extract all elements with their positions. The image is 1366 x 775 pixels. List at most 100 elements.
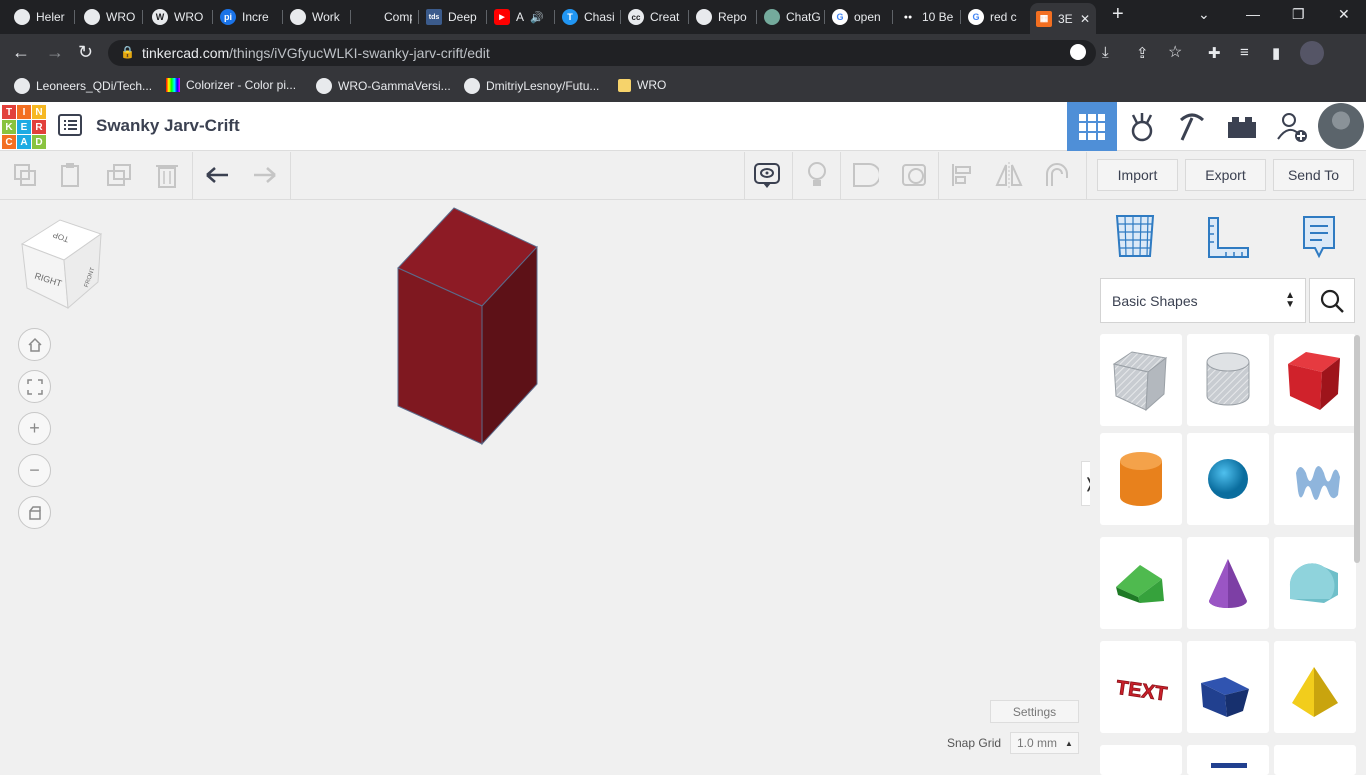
selected-box-object[interactable]: [397, 207, 538, 446]
bookmark-item[interactable]: WRO: [618, 78, 666, 92]
url-bar[interactable]: 🔒 tinkercad.com/things/iVGfyucWLKI-swank…: [108, 40, 1096, 66]
zoom-in-button[interactable]: +: [18, 412, 51, 445]
close-tab-icon[interactable]: ✕: [1080, 12, 1090, 26]
browser-tab[interactable]: Gred c: [962, 5, 1026, 29]
invite-user-button[interactable]: [1267, 102, 1317, 151]
show-all-hint-icon[interactable]: [802, 160, 832, 190]
notes-tool-icon[interactable]: [1301, 214, 1337, 265]
cruise-icon[interactable]: [1042, 160, 1072, 190]
shape-box-hole[interactable]: [1100, 334, 1182, 426]
back-icon[interactable]: ←: [12, 42, 30, 63]
shape-round-roof[interactable]: [1274, 537, 1356, 629]
export-button[interactable]: Export: [1185, 159, 1266, 191]
delete-icon[interactable]: [152, 160, 182, 190]
speaker-icon[interactable]: 🔊: [530, 11, 544, 24]
copy-icon[interactable]: [10, 160, 40, 190]
shape-cone[interactable]: [1187, 537, 1269, 629]
shape-more[interactable]: [1100, 745, 1182, 775]
bookmark-label: Leoneers_QDi/Tech...: [36, 79, 153, 93]
snap-grid-select[interactable]: 1.0 mm ▲: [1010, 732, 1079, 754]
browser-tab[interactable]: WRO: [78, 5, 140, 29]
browser-tab[interactable]: ▶ A 🔊: [488, 5, 552, 29]
align-icon[interactable]: [948, 160, 978, 190]
shape-more[interactable]: [1187, 745, 1269, 775]
profile-avatar[interactable]: [1300, 41, 1324, 65]
close-window-icon[interactable]: ✕: [1338, 6, 1350, 23]
extensions-icon[interactable]: ✚: [1208, 44, 1221, 62]
ortho-view-button[interactable]: [18, 496, 51, 529]
browser-tab[interactable]: Gopen: [826, 5, 890, 29]
tab-search-icon[interactable]: ⌄: [1198, 6, 1210, 23]
settings-button[interactable]: Settings: [990, 700, 1079, 723]
fit-view-button[interactable]: [18, 370, 51, 403]
google-lens-icon[interactable]: [1070, 44, 1086, 60]
restore-icon[interactable]: ❐: [1292, 6, 1305, 23]
bookmark-star-icon[interactable]: ☆: [1168, 42, 1182, 62]
zoom-out-button[interactable]: −: [18, 454, 51, 487]
caret-up-icon: ▲: [1065, 738, 1073, 748]
minimize-icon[interactable]: —: [1246, 6, 1260, 22]
browser-tab[interactable]: pi Incre: [214, 5, 280, 29]
import-button[interactable]: Import: [1097, 159, 1178, 191]
shape-sphere[interactable]: [1187, 433, 1269, 525]
shape-more[interactable]: [1274, 745, 1356, 775]
user-avatar[interactable]: [1318, 103, 1364, 149]
shape-half-sphere[interactable]: [1187, 641, 1269, 733]
paste-icon[interactable]: [56, 160, 86, 190]
shape-category-select[interactable]: Basic Shapes ▲ ▼: [1100, 278, 1306, 323]
browser-tab[interactable]: W WRO: [146, 5, 210, 29]
panel-scrollbar[interactable]: [1354, 335, 1360, 563]
forward-icon[interactable]: →: [46, 42, 64, 63]
shape-scribble[interactable]: [1274, 433, 1356, 525]
browser-tab[interactable]: Comp: [356, 5, 412, 29]
tab-label: WRO: [174, 10, 204, 24]
browser-tab-active[interactable]: ▦ 3E ✕: [1030, 3, 1096, 34]
browser-tab[interactable]: Heler: [8, 5, 70, 29]
view-cube[interactable]: TOP RIGHT FRONT: [20, 219, 103, 310]
side-panel-icon[interactable]: ▮: [1272, 44, 1280, 62]
browser-tab[interactable]: Work: [284, 5, 348, 29]
bricks-view-button[interactable]: [1217, 102, 1267, 151]
workplane-tool-icon[interactable]: [1114, 214, 1156, 263]
browser-tab[interactable]: tds Deep: [420, 5, 482, 29]
shape-cylinder[interactable]: [1100, 433, 1182, 525]
shape-roof[interactable]: [1100, 537, 1182, 629]
reload-icon[interactable]: ↻: [78, 42, 93, 63]
codeblocks-icon: [1131, 112, 1153, 141]
shape-text[interactable]: TEXT: [1100, 641, 1182, 733]
bookmark-item[interactable]: DmitriyLesnoy/Futu...: [464, 78, 599, 94]
shape-search-button[interactable]: [1309, 278, 1355, 323]
home-view-button[interactable]: [18, 328, 51, 361]
ruler-tool-icon[interactable]: [1206, 216, 1250, 265]
browser-tab[interactable]: Repo: [690, 5, 754, 29]
tinkercad-logo[interactable]: T I N K E R C A D: [2, 105, 46, 149]
install-icon[interactable]: ⤓: [1102, 44, 1109, 61]
hole-shape-icon[interactable]: [900, 160, 930, 190]
shape-pyramid[interactable]: [1274, 641, 1356, 733]
mirror-icon[interactable]: [994, 160, 1024, 190]
minecraft-view-button[interactable]: [1167, 102, 1217, 151]
blocks-view-button[interactable]: [1117, 102, 1167, 151]
bookmark-item[interactable]: WRO-GammaVersi...: [316, 78, 451, 94]
redo-icon[interactable]: [250, 160, 280, 190]
shape-box[interactable]: [1274, 334, 1356, 426]
shape-cylinder-hole[interactable]: [1187, 334, 1269, 426]
media-control-icon[interactable]: ≡: [1240, 44, 1249, 61]
browser-tab[interactable]: ●● 10 Be: [894, 5, 958, 29]
duplicate-icon[interactable]: [104, 160, 134, 190]
design-menu-icon[interactable]: [58, 114, 82, 141]
undo-icon[interactable]: [202, 160, 232, 190]
browser-tab[interactable]: T Chasi: [556, 5, 618, 29]
3d-design-view-button[interactable]: [1067, 102, 1117, 151]
share-icon[interactable]: ⇪: [1136, 44, 1149, 62]
new-tab-button[interactable]: +: [1112, 3, 1124, 26]
browser-tab[interactable]: ChatG: [758, 5, 822, 29]
browser-tab[interactable]: cc Creat: [622, 5, 686, 29]
bookmark-item[interactable]: Leoneers_QDi/Tech...: [14, 78, 152, 94]
project-title[interactable]: Swanky Jarv-Crift: [96, 116, 240, 136]
send-to-button[interactable]: Send To: [1273, 159, 1354, 191]
workplane-canvas[interactable]: TOP RIGHT FRONT: [0, 200, 1090, 768]
solid-shape-icon[interactable]: [850, 160, 880, 190]
bookmark-item[interactable]: Colorizer - Color pi...: [166, 78, 296, 92]
notes-icon[interactable]: [752, 160, 782, 190]
